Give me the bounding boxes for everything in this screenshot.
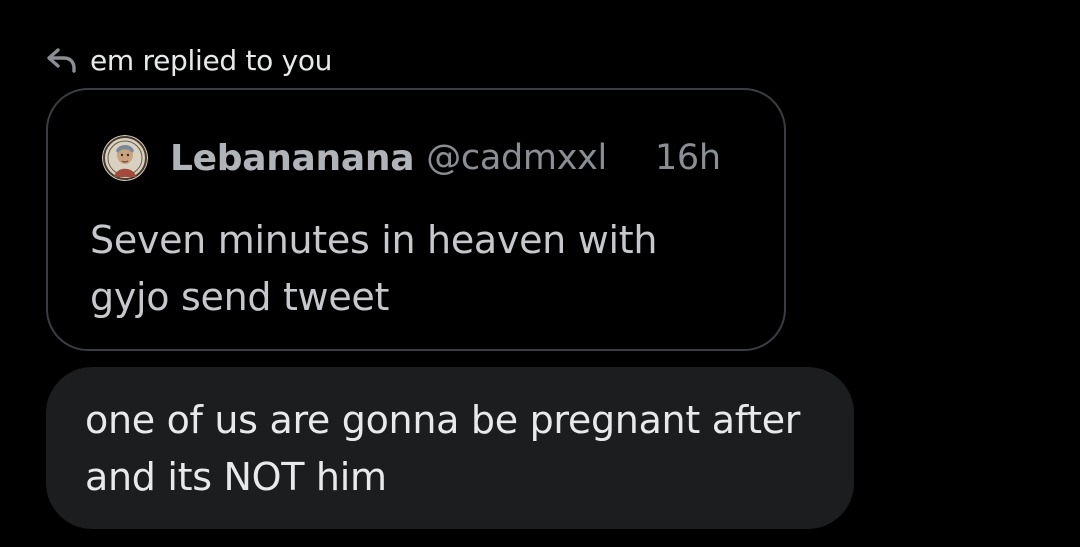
avatar[interactable] xyxy=(102,135,148,181)
reply-message-bubble[interactable]: one of us are gonna be pregnant after an… xyxy=(46,367,854,529)
reply-notification-label: em replied to you xyxy=(90,43,333,77)
quoted-tweet-card[interactable]: Lebananana @cadmxxl 16h Seven minutes in… xyxy=(46,88,786,351)
timestamp[interactable]: 16h xyxy=(655,138,721,178)
reply-arrow-icon xyxy=(44,42,80,78)
reply-message-text: one of us are gonna be pregnant after an… xyxy=(85,398,801,499)
user-handle[interactable]: @cadmxxl xyxy=(426,138,607,178)
display-name[interactable]: Lebananana xyxy=(170,138,414,179)
quoted-tweet-header: Lebananana @cadmxxl 16h xyxy=(102,130,721,186)
quoted-tweet-text: Seven minutes in heaven with gyjo send t… xyxy=(90,218,658,319)
reply-notification-header: em replied to you xyxy=(44,40,332,80)
